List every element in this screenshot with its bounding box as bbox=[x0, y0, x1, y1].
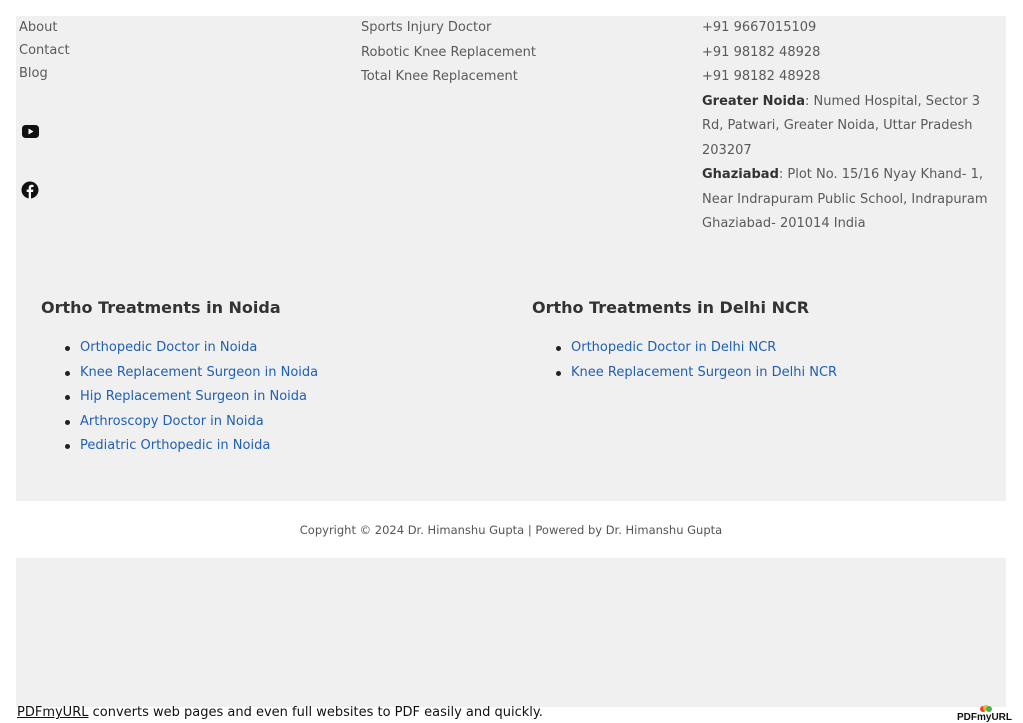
copyright-text: Copyright © 2024 Dr. Himanshu Gupta | Po… bbox=[299, 522, 723, 537]
footer-link-sports-injury[interactable]: Sports Injury Doctor bbox=[361, 16, 536, 41]
pdfmyurl-link[interactable]: PDFmyURL bbox=[17, 705, 88, 720]
address-label: Greater Noida bbox=[702, 93, 805, 109]
delhi-treatments-title: Ortho Treatments in Delhi NCR bbox=[532, 298, 810, 317]
noida-treatments-title: Ortho Treatments in Noida bbox=[41, 298, 281, 317]
footer-link-about[interactable]: About bbox=[19, 16, 70, 39]
pdfmyurl-logo[interactable]: PDFmyURL bbox=[957, 705, 1012, 723]
footer-link-contact[interactable]: Contact bbox=[19, 39, 70, 62]
treatment-link[interactable]: Pediatric Orthopedic in Noida bbox=[65, 434, 318, 459]
treatment-link[interactable]: Knee Replacement Surgeon in Noida bbox=[65, 361, 318, 386]
footer-link-blog[interactable]: Blog bbox=[19, 62, 70, 85]
address-greater-noida: Greater Noida: Numed Hospital, Sector 3 … bbox=[702, 90, 1002, 164]
promo-text: converts web pages and even full website… bbox=[88, 705, 543, 720]
noida-treatments-list: Orthopedic Doctor in Noida Knee Replacem… bbox=[65, 336, 318, 459]
copyright-bar: Copyright © 2024 Dr. Himanshu Gupta | Po… bbox=[16, 501, 1006, 558]
delhi-treatments-list: Orthopedic Doctor in Delhi NCR Knee Repl… bbox=[556, 336, 837, 385]
treatment-link[interactable]: Orthopedic Doctor in Delhi NCR bbox=[556, 336, 837, 361]
phone-number[interactable]: +91 9667015109 bbox=[702, 16, 1002, 41]
address-ghaziabad: Ghaziabad: Plot No. 15/16 Nyay Khand- 1,… bbox=[702, 163, 1002, 237]
phone-number[interactable]: +91 98182 48928 bbox=[702, 65, 1002, 90]
footer-area: About Contact Blog Sports Injury Doctor … bbox=[16, 16, 1006, 707]
treatment-link[interactable]: Hip Replacement Surgeon in Noida bbox=[65, 385, 318, 410]
footer-link-robotic-knee[interactable]: Robotic Knee Replacement bbox=[361, 41, 536, 66]
logo-text: PDFmyURL bbox=[957, 712, 1013, 723]
phone-number[interactable]: +91 98182 48928 bbox=[702, 41, 1002, 66]
treatment-link[interactable]: Orthopedic Doctor in Noida bbox=[65, 336, 318, 361]
youtube-icon[interactable] bbox=[21, 122, 39, 140]
address-label: Ghaziabad bbox=[702, 167, 779, 182]
services-column: Sports Injury Doctor Robotic Knee Replac… bbox=[361, 16, 536, 90]
pdfmyurl-promo: PDFmyURL converts web pages and even ful… bbox=[17, 705, 543, 720]
facebook-icon[interactable] bbox=[21, 181, 39, 199]
footer-link-total-knee[interactable]: Total Knee Replacement bbox=[361, 65, 536, 90]
quick-links-column: About Contact Blog bbox=[19, 16, 70, 85]
contact-column: +91 9667015109 +91 98182 48928 +91 98182… bbox=[702, 16, 1002, 237]
treatment-link[interactable]: Arthroscopy Doctor in Noida bbox=[65, 410, 318, 435]
treatment-link[interactable]: Knee Replacement Surgeon in Delhi NCR bbox=[556, 361, 837, 386]
